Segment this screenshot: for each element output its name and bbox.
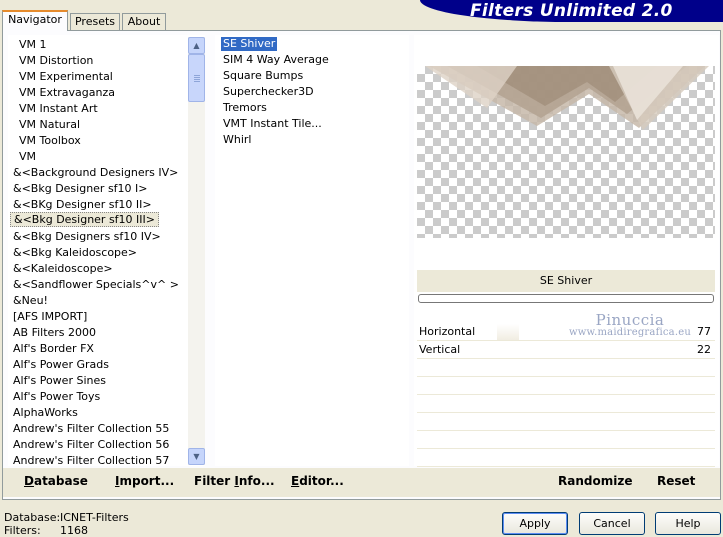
category-item[interactable]: Andrew's Filter Collection 55 [10, 421, 172, 436]
filters-count-value: 1168 [60, 524, 88, 537]
param-empty-row [417, 450, 715, 467]
scroll-up-icon[interactable]: ▲ [188, 37, 205, 54]
filter-item[interactable]: Square Bumps [221, 69, 305, 83]
category-item[interactable]: VM 1 [16, 37, 50, 52]
category-item[interactable]: VM Toolbox [16, 133, 84, 148]
filter-info-button[interactable]: Filter Info... [194, 474, 275, 488]
param-empty-row [417, 378, 715, 395]
scroll-thumb[interactable] [188, 54, 205, 102]
editor-button[interactable]: Editor... [291, 474, 344, 488]
category-item-selected[interactable]: &<Bkg Designer sf10 III> [10, 212, 160, 227]
preview-image [417, 66, 715, 238]
category-item[interactable]: Alf's Power Grads [10, 357, 112, 372]
tab-presets[interactable]: Presets [70, 13, 120, 30]
help-button[interactable]: Help [655, 512, 721, 535]
watermark-url: www.maidiregrafica.eu [569, 327, 691, 338]
progress-bar [418, 294, 714, 303]
category-list[interactable]: VM 1 VM Distortion VM Experimental VM Ex… [8, 35, 205, 466]
category-item[interactable]: &<Bkg Designers sf10 IV> [10, 229, 164, 244]
category-item[interactable]: &<Bkg Designer sf10 I> [10, 181, 151, 196]
category-item[interactable]: VM Extravaganza [16, 85, 118, 100]
category-item[interactable]: &<Sandflower Specials^v^ > [10, 277, 182, 292]
filter-item-selected[interactable]: SE Shiver [219, 36, 279, 52]
param-empty-row [417, 360, 715, 377]
param-vertical[interactable]: Vertical 22 [417, 342, 715, 359]
category-item[interactable]: Alf's Power Sines [10, 373, 109, 388]
category-scrollbar[interactable]: ▲ ▼ [188, 37, 205, 465]
category-item[interactable]: Andrew's Filter Collection 57 [10, 453, 172, 466]
import-button[interactable]: Import... [115, 474, 174, 488]
category-item[interactable]: &<Background Designers IV> [10, 165, 181, 180]
category-item[interactable]: &<Bkg Kaleidoscope> [10, 245, 140, 260]
database-button[interactable]: Database [24, 474, 88, 488]
category-item[interactable]: Alf's Power Toys [10, 389, 103, 404]
category-item[interactable]: AlphaWorks [10, 405, 81, 420]
filter-item[interactable]: VMT Instant Tile... [221, 117, 324, 131]
category-item[interactable]: VM Instant Art [16, 101, 101, 116]
category-item[interactable]: [AFS IMPORT] [10, 309, 90, 324]
param-label: Horizontal [419, 325, 476, 338]
category-item[interactable]: VM Experimental [16, 69, 116, 84]
category-item[interactable]: VM Distortion [16, 53, 96, 68]
param-empty-row [417, 396, 715, 413]
filter-item[interactable]: Tremors [221, 101, 269, 115]
filter-name-label: SE Shiver [417, 270, 715, 292]
banner-title: Filters Unlimited 2.0 [470, 1, 673, 21]
category-item[interactable]: Alf's Border FX [10, 341, 97, 356]
filter-item[interactable]: Superchecker3D [221, 85, 316, 99]
category-item[interactable]: Andrew's Filter Collection 56 [10, 437, 172, 452]
category-item[interactable]: &<BKg Designer sf10 II> [10, 197, 155, 212]
database-label: Database: [4, 511, 61, 524]
filter-item[interactable]: Whirl [221, 133, 253, 147]
category-item[interactable]: VM Natural [16, 117, 83, 132]
category-item[interactable]: VM [16, 149, 39, 164]
tab-about[interactable]: About [122, 13, 166, 30]
randomize-button[interactable]: Randomize [558, 474, 632, 488]
category-item[interactable]: AB Filters 2000 [10, 325, 99, 340]
param-value: 22 [697, 343, 711, 356]
scroll-down-icon[interactable]: ▼ [188, 448, 205, 465]
filters-count-label: Filters: [4, 524, 41, 537]
cancel-button[interactable]: Cancel [579, 512, 645, 535]
filter-item[interactable]: SIM 4 Way Average [221, 53, 331, 67]
param-slider[interactable] [497, 324, 519, 340]
watermark: Pinuccia www.maidiregrafica.eu [560, 311, 700, 338]
param-label: Vertical [419, 343, 461, 356]
filter-list[interactable]: SE Shiver SIM 4 Way Average Square Bumps… [215, 35, 409, 466]
param-empty-row [417, 414, 715, 431]
database-value: ICNET-Filters [60, 511, 129, 524]
title-banner: Filters Unlimited 2.0 [420, 0, 723, 22]
apply-button[interactable]: Apply [502, 512, 568, 535]
param-empty-row [417, 432, 715, 449]
category-item[interactable]: &<Kaleidoscope> [10, 261, 116, 276]
tab-navigator[interactable]: Navigator [2, 10, 68, 31]
reset-button[interactable]: Reset [657, 474, 695, 488]
category-item[interactable]: &Neu! [10, 293, 51, 308]
